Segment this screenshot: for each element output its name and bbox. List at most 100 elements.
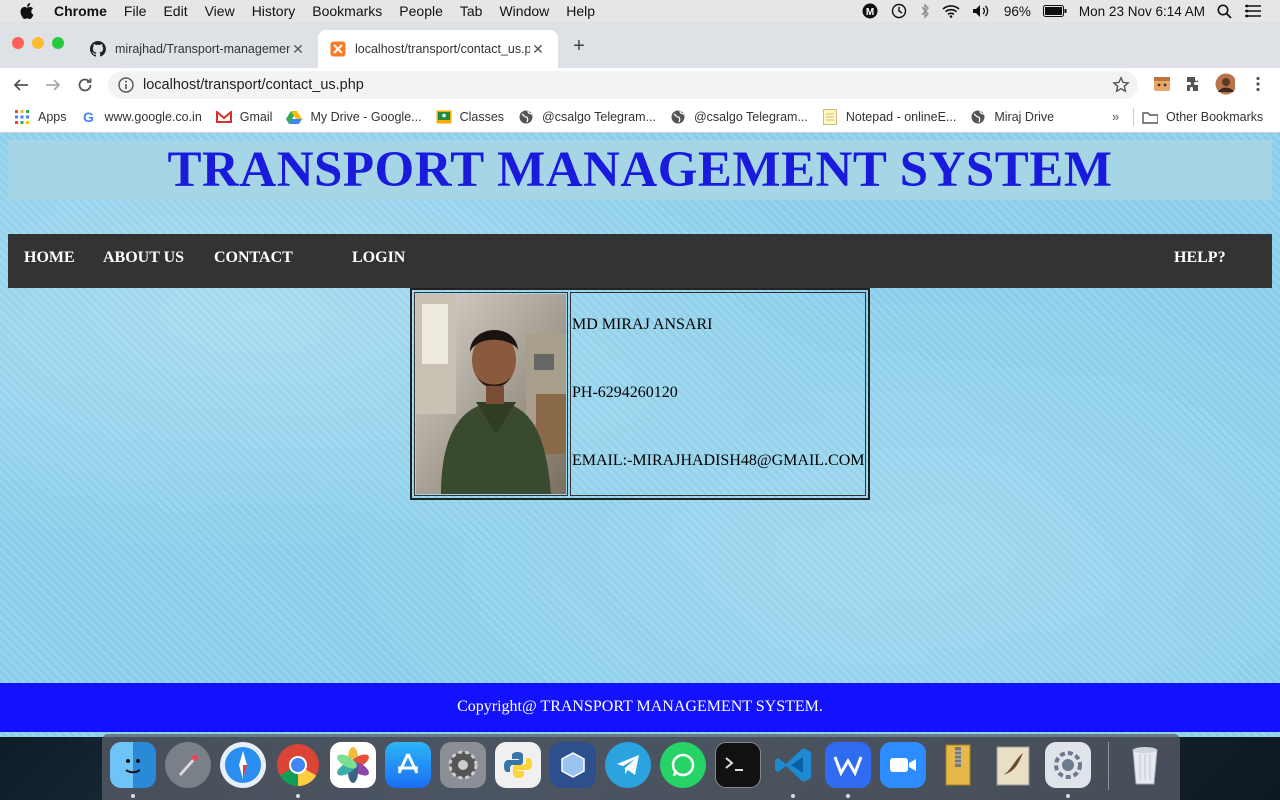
bookmark-label: My Drive - Google... <box>310 110 422 124</box>
menu-edit[interactable]: Edit <box>163 3 187 19</box>
nav-home[interactable]: HOME <box>24 249 75 267</box>
nav-contact[interactable]: CONTACT <box>214 249 293 267</box>
bookmark-label: Notepad - onlineE... <box>845 110 957 124</box>
back-button[interactable] <box>10 74 32 96</box>
app-store-icon[interactable] <box>385 742 431 788</box>
folder-icon <box>1142 109 1158 125</box>
terminal-icon[interactable] <box>715 742 761 788</box>
address-bar[interactable]: localhost/transport/contact_us.php <box>108 71 1138 99</box>
launchpad-icon[interactable] <box>165 742 211 788</box>
archive-icon[interactable] <box>935 742 981 788</box>
system-preferences-icon[interactable] <box>440 742 486 788</box>
tab-contact-us[interactable]: localhost/transport/contact_us.php ✕ <box>318 30 558 68</box>
menu-file[interactable]: File <box>124 3 147 19</box>
m-badge-icon[interactable]: M <box>862 3 878 19</box>
virtualbox-icon[interactable] <box>550 742 596 788</box>
gmail-icon <box>215 109 232 125</box>
zoom-icon[interactable] <box>880 742 926 788</box>
tab-github[interactable]: mirajhad/Transport-management ✕ <box>78 30 318 68</box>
bookmark-csalgo-telegram-1[interactable]: @csalgo Telegram... <box>518 109 656 125</box>
bluetooth-icon[interactable] <box>920 3 930 19</box>
python-icon[interactable] <box>495 742 541 788</box>
info-icon[interactable] <box>118 77 134 93</box>
new-tab-button[interactable]: + <box>568 35 590 58</box>
trash-icon[interactable] <box>1122 742 1168 788</box>
bookmark-miraj-drive[interactable]: Miraj Drive <box>970 109 1054 125</box>
more-bookmarks-button[interactable]: » <box>1112 109 1119 124</box>
reload-button[interactable] <box>74 74 96 96</box>
close-tab-icon[interactable]: ✕ <box>530 41 546 58</box>
battery-percent: 96% <box>1003 3 1031 19</box>
tab-title: localhost/transport/contact_us.php <box>355 42 530 56</box>
svg-text:M: M <box>866 7 874 18</box>
bookmark-label: Classes <box>459 110 505 124</box>
menu-view[interactable]: View <box>205 3 235 19</box>
contact-table: MD MIRAJ ANSARI PH-6294260120 EMAIL:-MIR… <box>410 288 870 500</box>
volume-icon[interactable] <box>972 4 992 18</box>
extensions-puzzle-icon[interactable] <box>1184 74 1204 94</box>
chrome-menu-icon[interactable] <box>1248 74 1268 94</box>
bookmark-gmail[interactable]: Gmail <box>215 109 272 125</box>
site-header: TRANSPORT MANAGEMENT SYSTEM <box>8 140 1272 200</box>
close-window-button[interactable] <box>12 37 24 49</box>
time-machine-icon[interactable] <box>890 3 908 19</box>
notepad-icon <box>822 109 838 125</box>
maximize-window-button[interactable] <box>52 37 64 49</box>
profile-avatar-icon[interactable] <box>1215 73 1235 95</box>
close-tab-icon[interactable]: ✕ <box>290 41 306 58</box>
dock <box>102 734 1180 800</box>
bookmark-notepad[interactable]: Notepad - onlineE... <box>822 109 957 125</box>
menu-bookmarks[interactable]: Bookmarks <box>312 3 382 19</box>
finder-icon[interactable] <box>110 742 156 788</box>
bookmark-apps[interactable]: Apps <box>14 109 67 125</box>
globe-icon <box>970 109 986 125</box>
running-indicator <box>791 794 795 798</box>
extension-icon[interactable] <box>1152 74 1172 94</box>
menu-people[interactable]: People <box>399 3 443 19</box>
telegram-icon[interactable] <box>605 742 651 788</box>
bookmark-my-drive[interactable]: My Drive - Google... <box>286 109 422 125</box>
forward-button[interactable] <box>42 74 64 96</box>
utility-icon[interactable] <box>1045 742 1091 788</box>
menu-history[interactable]: History <box>252 3 296 19</box>
battery-icon[interactable] <box>1042 5 1067 17</box>
bookmark-csalgo-telegram-2[interactable]: @csalgo Telegram... <box>670 109 808 125</box>
control-center-icon[interactable] <box>1244 4 1262 18</box>
running-indicator <box>131 794 135 798</box>
clock[interactable]: Mon 23 Nov 6:14 AM <box>1079 4 1205 19</box>
other-bookmarks-folder[interactable]: Other Bookmarks <box>1142 109 1263 125</box>
menu-help[interactable]: Help <box>566 3 595 19</box>
wifi-icon[interactable] <box>942 4 960 18</box>
spotlight-search-icon[interactable] <box>1217 4 1232 19</box>
nav-login[interactable]: LOGIN <box>352 249 405 267</box>
menu-tab[interactable]: Tab <box>460 3 483 19</box>
bookmark-label: Miraj Drive <box>994 110 1055 124</box>
chrome-icon[interactable] <box>275 742 321 788</box>
menu-window[interactable]: Window <box>499 3 549 19</box>
contact-phone: PH-6294260120 <box>572 384 678 401</box>
nav-about-us[interactable]: ABOUT US <box>103 249 184 267</box>
bookmark-google[interactable]: G www.google.co.in <box>81 109 202 125</box>
whatsapp-icon[interactable] <box>660 742 706 788</box>
site-footer: Copyright@ TRANSPORT MANAGEMENT SYSTEM. <box>0 683 1280 732</box>
bookmark-label: @csalgo Telegram... <box>542 110 656 124</box>
contact-email: EMAIL:-MIRAJHADISH48@GMAIL.COM <box>572 452 865 469</box>
running-indicator <box>1066 794 1070 798</box>
bookmark-label: @csalgo Telegram... <box>693 110 808 124</box>
vscode-icon[interactable] <box>770 742 816 788</box>
bookmark-classes[interactable]: Classes <box>436 109 504 125</box>
status-area: M 96% Mon 23 Nov 6:14 AM <box>862 3 1280 19</box>
menu-app-name[interactable]: Chrome <box>54 3 107 19</box>
classroom-icon <box>436 109 452 125</box>
photos-icon[interactable] <box>330 742 376 788</box>
apple-icon[interactable] <box>20 3 40 19</box>
minimize-window-button[interactable] <box>32 37 44 49</box>
safari-icon[interactable] <box>220 742 266 788</box>
nav-help[interactable]: HELP? <box>1174 249 1226 267</box>
mail-icon[interactable] <box>990 742 1036 788</box>
bookmark-label: Other Bookmarks <box>1166 110 1264 124</box>
bookmark-star-icon[interactable] <box>1112 76 1130 98</box>
web-page: TRANSPORT MANAGEMENT SYSTEM HOME ABOUT U… <box>0 133 1280 737</box>
wps-icon[interactable] <box>825 742 871 788</box>
contact-photo-cell <box>414 292 568 496</box>
